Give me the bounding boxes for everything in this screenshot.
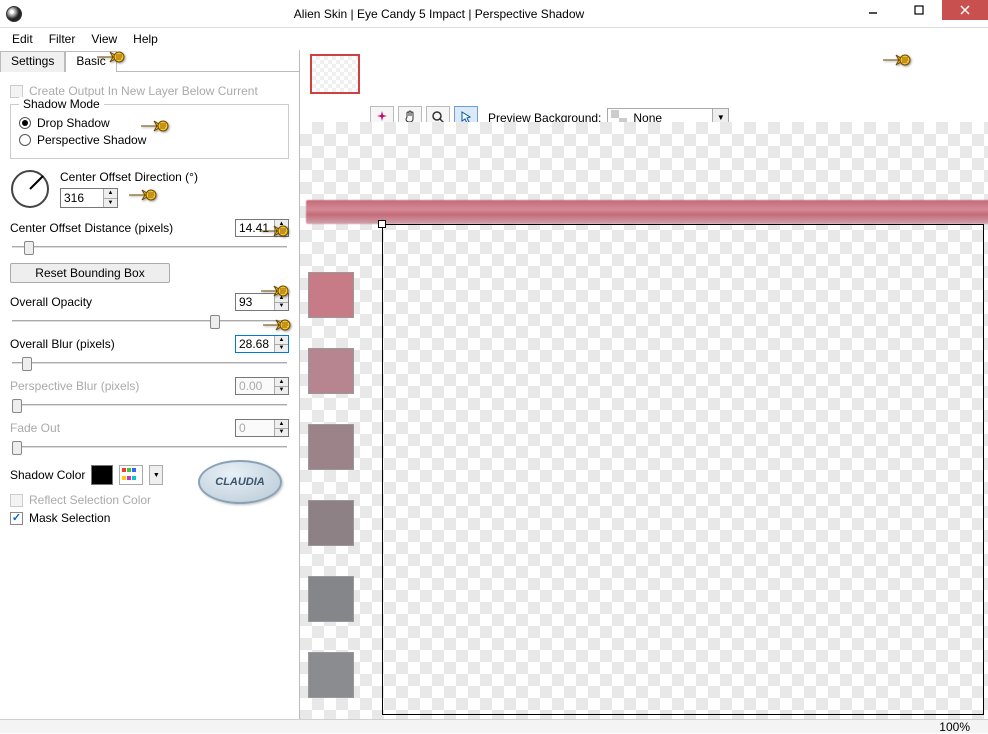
mask-selection-label: Mask Selection [29,511,110,525]
radio-drop-shadow[interactable] [19,117,31,129]
preview-thumb[interactable] [308,576,354,622]
preview-thumb[interactable] [308,348,354,394]
reflect-selection-label: Reflect Selection Color [29,493,151,507]
preview-thumb[interactable] [308,500,354,546]
reset-bounding-box-button[interactable]: Reset Bounding Box [10,263,170,283]
create-output-label: Create Output In New Layer Below Current [29,84,258,98]
spin-up-icon[interactable]: ▲ [275,294,288,303]
center-offset-direction-input[interactable]: ▲▼ [60,188,118,208]
menu-edit[interactable]: Edit [4,30,41,48]
shadow-color-swatch[interactable] [91,465,113,485]
maximize-button[interactable] [896,0,942,20]
center-offset-distance-label: Center Offset Distance (pixels) [10,221,173,235]
perspective-blur-input: ▲▼ [235,377,289,395]
center-offset-direction-label: Center Offset Direction (°) [60,170,198,184]
spin-down-icon[interactable]: ▼ [104,199,117,208]
overall-blur-slider[interactable] [10,355,289,371]
reflect-selection-checkbox [10,494,23,507]
menubar: Edit Filter View Help [0,28,988,50]
preview-canvas[interactable] [300,122,988,719]
color-dropdown-arrow[interactable]: ▼ [149,465,163,485]
shadow-mode-legend: Shadow Mode [19,97,104,111]
center-offset-distance-slider[interactable] [10,239,289,255]
spin-down-icon[interactable]: ▼ [275,229,288,237]
overall-blur-label: Overall Blur (pixels) [10,337,115,351]
radio-drop-shadow-label: Drop Shadow [37,116,110,130]
rendered-shadow [306,200,988,224]
preview-thumb[interactable] [308,424,354,470]
minimize-button[interactable] [850,0,896,20]
overall-blur-input[interactable]: ▲▼ [235,335,289,353]
radio-perspective-shadow-label: Perspective Shadow [37,133,146,147]
preview-thumbnails [308,272,362,698]
overall-opacity-label: Overall Opacity [10,295,92,309]
create-output-checkbox [10,85,23,98]
selection-rectangle[interactable] [382,224,984,715]
spin-up-icon: ▲ [275,378,288,387]
fade-out-input: ▲▼ [235,419,289,437]
spin-up-icon[interactable]: ▲ [275,336,288,345]
spin-up-icon[interactable]: ▲ [104,189,117,199]
menu-filter[interactable]: Filter [41,30,84,48]
spin-down-icon[interactable]: ▼ [275,303,288,311]
menu-view[interactable]: View [83,30,125,48]
overall-opacity-slider[interactable] [10,313,289,329]
preview-thumb[interactable] [308,652,354,698]
fade-out-slider [10,439,289,455]
navigator-thumbnail[interactable] [310,54,360,94]
statusbar: 100% [0,719,988,733]
overall-opacity-input[interactable]: ▲▼ [235,293,289,311]
spin-up-icon[interactable]: ▲ [275,220,288,229]
center-offset-distance-input[interactable]: ▲▼ [235,219,289,237]
menu-help[interactable]: Help [125,30,166,48]
spin-down-icon[interactable]: ▼ [275,345,288,353]
zoom-level: 100% [939,720,970,734]
mask-selection-checkbox[interactable] [10,512,23,525]
perspective-blur-slider [10,397,289,413]
selection-handle[interactable] [378,220,386,228]
direction-dial[interactable] [10,169,50,209]
perspective-blur-label: Perspective Blur (pixels) [10,379,139,393]
shadow-color-label: Shadow Color [10,468,85,482]
settings-panel: Settings Basic Create Output In New Laye… [0,50,300,719]
fade-out-label: Fade Out [10,421,60,435]
spin-down-icon: ▼ [275,387,288,395]
shadow-mode-group: Shadow Mode Drop Shadow Perspective Shad… [10,104,289,159]
spin-down-icon: ▼ [275,429,288,437]
spin-up-icon: ▲ [275,420,288,429]
titlebar: Alien Skin | Eye Candy 5 Impact | Perspe… [0,0,988,28]
tab-settings[interactable]: Settings [0,51,65,72]
color-palette-button[interactable] [119,465,143,485]
preview-thumb[interactable] [308,272,354,318]
window-title: Alien Skin | Eye Candy 5 Impact | Perspe… [28,7,850,21]
close-button[interactable] [942,0,988,20]
app-icon [6,6,22,22]
preview-pane: Preview Background: None ▼ [300,50,988,719]
radio-perspective-shadow[interactable] [19,134,31,146]
watermark-badge: CLAUDIA [198,460,282,504]
tab-basic[interactable]: Basic [65,51,116,72]
